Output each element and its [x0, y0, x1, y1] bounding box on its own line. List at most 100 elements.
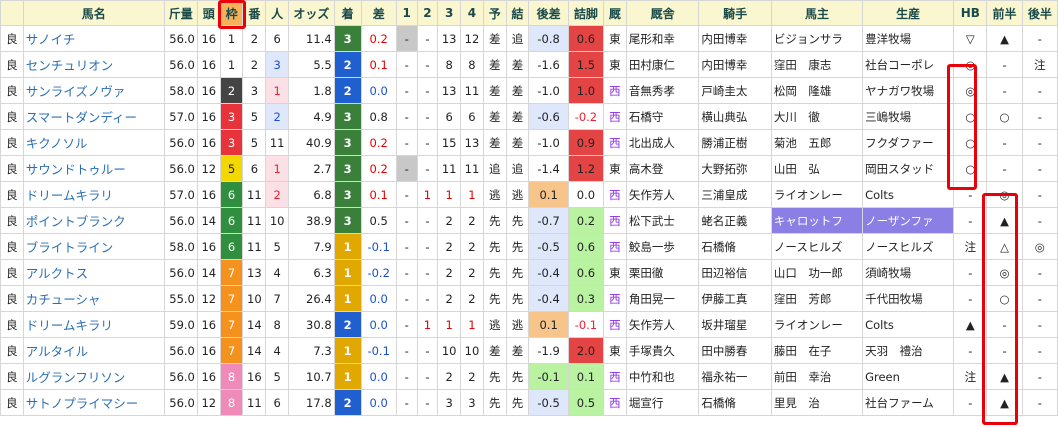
margin: 0.8 [360, 103, 397, 130]
track-condition: 良 [0, 129, 24, 156]
header-col-1[interactable]: 馬名 [22, 0, 165, 26]
header-col-7[interactable]: オッズ [288, 0, 335, 26]
horse-name-link[interactable]: サンライズノヴァ [26, 84, 126, 99]
corner-4: 13 [460, 129, 484, 156]
trainer: 角田晃一 [625, 285, 700, 312]
second-half-mark: - [1021, 77, 1058, 104]
header-col-23[interactable]: HB [953, 0, 988, 26]
header-col-25[interactable]: 後半 [1021, 0, 1058, 26]
header-col-2[interactable]: 斤量 [163, 0, 198, 26]
header-col-0[interactable] [0, 0, 24, 26]
table-row: 良ドリームキラリ 59.0 16 7 14 8 30.8 2 0.0-1 1 1 逃逃 0.1 -0.1 西… [0, 311, 1058, 338]
closing-speed: 0.9 [567, 129, 605, 156]
second-half-mark: - [1021, 25, 1058, 52]
predicted-style: 逃 [482, 311, 507, 338]
corner-2: - [416, 389, 439, 416]
track-condition: 良 [0, 259, 24, 286]
track-condition: 良 [0, 233, 24, 260]
jockey: 田中勝春 [698, 337, 772, 364]
trainer: 北出成人 [625, 129, 700, 156]
breeder: Colts [862, 181, 955, 208]
corner-1: - [395, 51, 418, 78]
header-col-18[interactable]: 厩 [603, 0, 627, 26]
horse-name-link[interactable]: ドリームキラリ [26, 188, 113, 203]
header-col-24[interactable]: 前半 [986, 0, 1023, 26]
gate-number: 6 [219, 207, 244, 234]
header-col-17[interactable]: 詰脚 [567, 0, 605, 26]
actual-style: 先 [505, 233, 530, 260]
horse-name-link[interactable]: アルクトス [26, 266, 88, 281]
header-col-8[interactable]: 着 [333, 0, 362, 26]
horse-name-link[interactable]: スマートダンディー [26, 110, 137, 125]
hb-mark: ○ [953, 129, 988, 156]
actual-style: 先 [505, 207, 530, 234]
corner-1: - [395, 337, 418, 364]
header-col-11[interactable]: 2 [416, 0, 439, 26]
header-col-16[interactable]: 後差 [528, 0, 569, 26]
horse-name-link[interactable]: ブライトライン [26, 240, 114, 255]
header-col-20[interactable]: 騎手 [698, 0, 772, 26]
first-half-mark: ◎ [986, 181, 1023, 208]
header-col-6[interactable]: 人 [265, 0, 290, 26]
header-col-9[interactable]: 差 [360, 0, 397, 26]
horse-name-link[interactable]: サトノプライマシー [26, 396, 139, 411]
stable-region: 西 [603, 363, 627, 390]
gate-number: 6 [219, 181, 244, 208]
predicted-style: 先 [482, 259, 507, 286]
horse-number: 5 [242, 129, 267, 156]
late-diff: -0.5 [528, 389, 569, 416]
horse-name-link[interactable]: カチューシャ [26, 292, 101, 307]
header-col-13[interactable]: 4 [460, 0, 484, 26]
header-col-12[interactable]: 3 [437, 0, 462, 26]
jockey: 坂井瑠星 [698, 311, 772, 338]
corner-2: 1 [416, 181, 439, 208]
second-half-mark: - [1021, 389, 1058, 416]
header-col-5[interactable]: 番 [242, 0, 267, 26]
late-diff: -0.5 [528, 233, 569, 260]
weight: 56.0 [163, 363, 198, 390]
horse-name-link[interactable]: サノイチ [26, 32, 76, 47]
header-col-3[interactable]: 頭 [196, 0, 221, 26]
header-col-4[interactable]: 枠 [219, 0, 244, 26]
owner: ノースヒルズ [770, 233, 864, 260]
header-col-15[interactable]: 結 [505, 0, 530, 26]
header-col-21[interactable]: 馬主 [770, 0, 864, 26]
popularity: 4 [265, 259, 290, 286]
header-col-22[interactable]: 生産 [862, 0, 955, 26]
closing-speed: 0.6 [567, 233, 605, 260]
jockey: 戸崎圭太 [698, 77, 772, 104]
corner-2: - [416, 25, 439, 52]
corner-2: - [416, 77, 439, 104]
first-half-mark: ○ [986, 285, 1023, 312]
owner: 窪田 康志 [770, 51, 864, 78]
odds: 6.3 [288, 259, 335, 286]
horse-name-link[interactable]: ポイントブランク [26, 214, 126, 229]
corner-1: - [395, 155, 418, 182]
closing-speed: 0.6 [567, 259, 605, 286]
header-col-10[interactable]: 1 [395, 0, 418, 26]
hb-mark: ○ [953, 155, 988, 182]
header-col-14[interactable]: 予 [482, 0, 507, 26]
horse-name-link[interactable]: ルグランフリソン [26, 370, 126, 385]
hb-mark: ▽ [953, 25, 988, 52]
first-half-mark: - [986, 155, 1023, 182]
horse-name-link[interactable]: センチュリオン [26, 58, 114, 73]
header-col-19[interactable]: 厩舎 [625, 0, 700, 26]
horse-name-link[interactable]: サウンドトゥルー [26, 162, 126, 177]
stable-region: 西 [603, 311, 627, 338]
hb-mark: 注 [953, 233, 988, 260]
owner: 山口 功一郎 [770, 259, 864, 286]
horse-number: 11 [242, 181, 267, 208]
late-diff: -1.0 [528, 129, 569, 156]
jockey: 田辺裕信 [698, 259, 772, 286]
corner-3: 2 [437, 363, 462, 390]
weight: 57.0 [163, 103, 198, 130]
horse-name-link[interactable]: ドリームキラリ [26, 318, 113, 333]
weight: 59.0 [163, 311, 198, 338]
horse-name-link[interactable]: アルタイル [26, 344, 88, 359]
trainer: 矢作芳人 [625, 311, 700, 338]
stable-region: 西 [603, 233, 627, 260]
jockey: 横山典弘 [698, 103, 772, 130]
horse-name-link[interactable]: キクノソル [26, 136, 88, 151]
second-half-mark: - [1021, 363, 1058, 390]
